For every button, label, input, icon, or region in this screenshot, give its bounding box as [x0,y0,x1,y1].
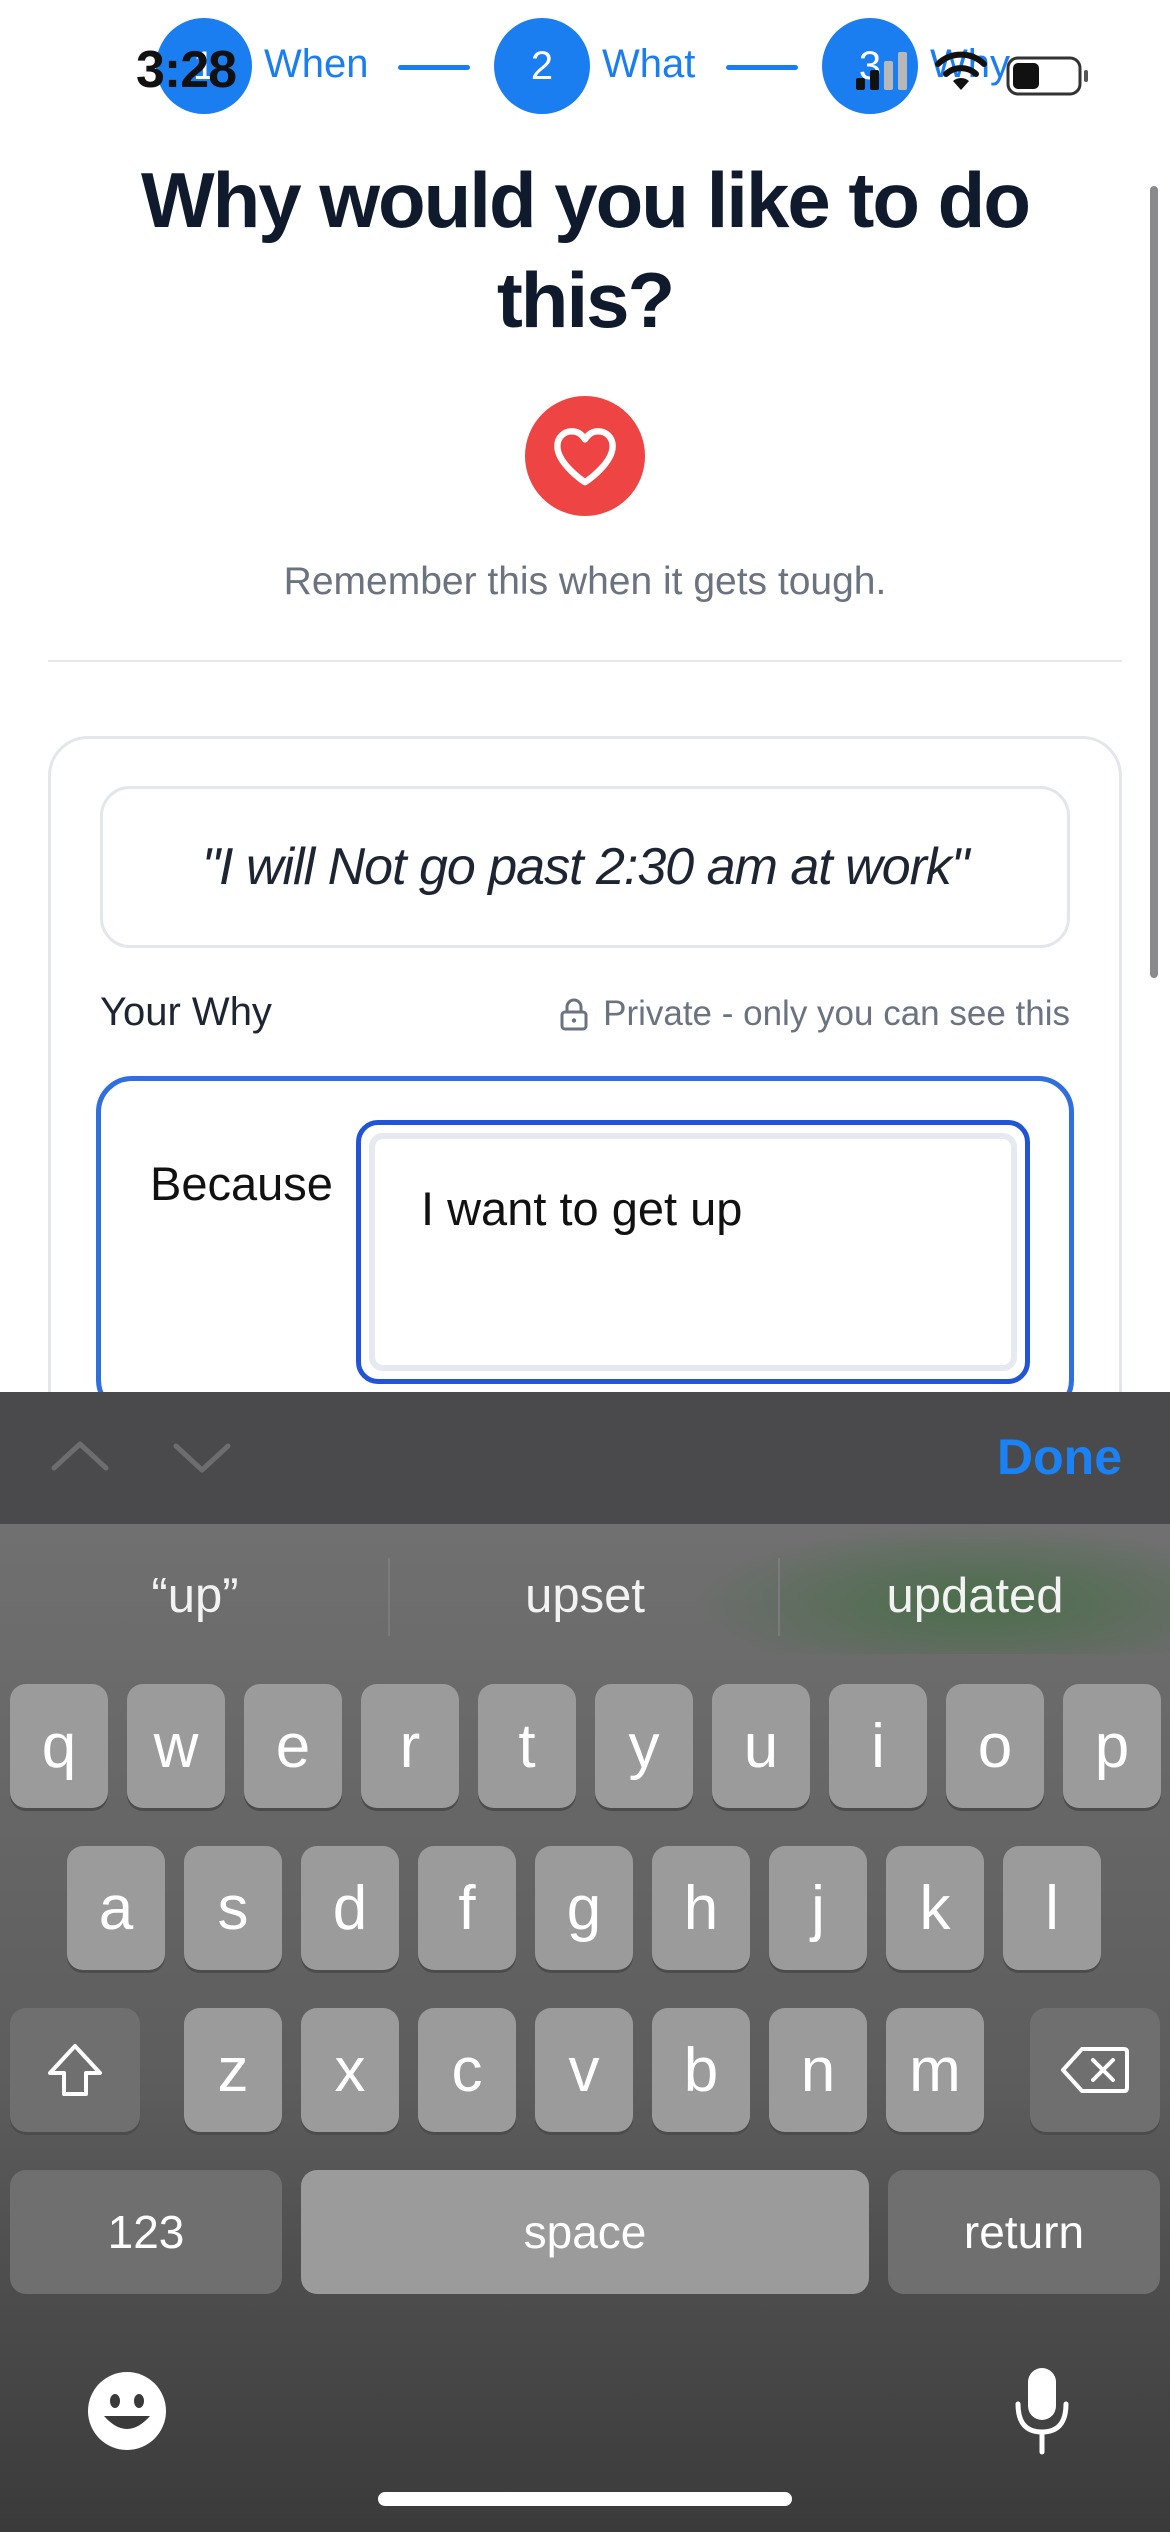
key-a[interactable]: a [67,1846,165,1970]
commitment-quote-box: "I will Not go past 2:30 am at work" [100,786,1070,948]
shift-key[interactable] [10,2008,140,2132]
key-p[interactable]: p [1063,1684,1161,1808]
key-d[interactable]: d [301,1846,399,1970]
key-k[interactable]: k [886,1846,984,1970]
suggestion-2[interactable]: upset [390,1568,780,1624]
key-l[interactable]: l [1003,1846,1101,1970]
step-2-circle[interactable]: 2 [494,18,590,114]
space-key[interactable]: space [301,2170,869,2294]
chevron-down-icon[interactable] [172,1432,232,1482]
numbers-key[interactable]: 123 [10,2170,282,2294]
emoji-icon[interactable] [86,2370,168,2452]
heart-badge [525,396,645,516]
lock-icon [560,998,588,1031]
key-x[interactable]: x [301,2008,399,2132]
step-1-label[interactable]: When [264,44,369,84]
step-2-label[interactable]: What [602,44,695,84]
page-title: Why would you like to do this? [141,156,1031,344]
done-button[interactable]: Done [997,1428,1122,1486]
private-note-text: Private - only you can see this [603,994,1070,1033]
suggestion-3[interactable]: updated [780,1568,1170,1624]
wifi-icon [935,51,987,90]
key-c[interactable]: c [418,2008,516,2132]
key-m[interactable]: m [886,2008,984,2132]
screen: 1 When 2 What 3 Why 3:28 Why would you l… [0,0,1170,2532]
key-s[interactable]: s [184,1846,282,1970]
step-connector [398,65,470,70]
key-g[interactable]: g [535,1846,633,1970]
return-key[interactable]: return [888,2170,1160,2294]
chevron-up-icon[interactable] [50,1432,110,1482]
microphone-icon[interactable] [1010,2364,1074,2458]
your-why-label: Your Why [100,990,272,1034]
key-b[interactable]: b [652,2008,750,2132]
suggestion-1[interactable]: “up” [0,1568,390,1624]
home-indicator[interactable] [378,2492,792,2506]
page-subtitle: Remember this when it gets tough. [283,560,887,603]
because-label: Because [150,1157,333,1210]
commitment-quote: "I will Not go past 2:30 am at work" [201,838,970,896]
key-h[interactable]: h [652,1846,750,1970]
battery-icon [1006,56,1088,96]
privacy-note: Private - only you can see this [559,994,1070,1034]
heart-icon [554,428,616,486]
because-input-text[interactable]: I want to get up [369,1133,1017,1371]
key-v[interactable]: v [535,2008,633,2132]
divider [48,660,1122,662]
key-o[interactable]: o [946,1684,1044,1808]
key-j[interactable]: j [769,1846,867,1970]
cellular-signal-icon [856,52,907,90]
key-r[interactable]: r [361,1684,459,1808]
shift-icon [48,2044,102,2096]
key-u[interactable]: u [712,1684,810,1808]
step-connector [726,65,798,70]
because-input[interactable]: I want to get up [356,1120,1030,1384]
key-w[interactable]: w [127,1684,225,1808]
key-i[interactable]: i [829,1684,927,1808]
key-y[interactable]: y [595,1684,693,1808]
key-z[interactable]: z [184,2008,282,2132]
key-n[interactable]: n [769,2008,867,2132]
backspace-icon [1061,2047,1129,2093]
key-t[interactable]: t [478,1684,576,1808]
backspace-key[interactable] [1030,2008,1160,2132]
key-q[interactable]: q [10,1684,108,1808]
key-f[interactable]: f [418,1846,516,1970]
status-time: 3:28 [136,41,237,99]
key-e[interactable]: e [244,1684,342,1808]
